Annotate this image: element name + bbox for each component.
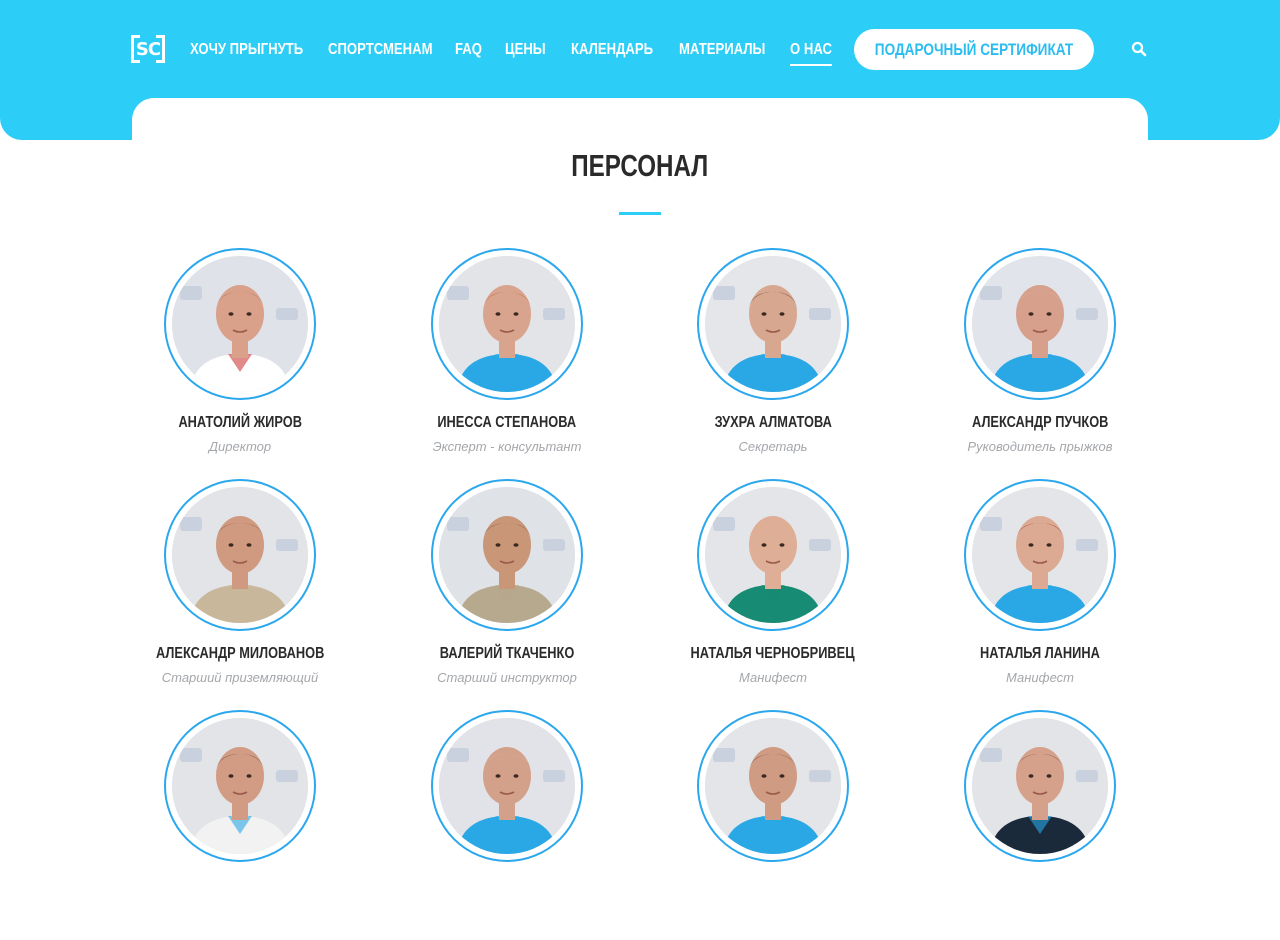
nav-item-calendar[interactable]: КАЛЕНДАРЬ [571,36,653,64]
portrait-image [439,256,575,392]
staff-photo [964,479,1116,631]
staff-role: Манифест [738,670,807,685]
staff-photo [697,248,849,400]
staff-photo-image [972,487,1108,623]
staff-name [920,876,1160,894]
staff-name: ВАЛЕРИЙ ТКАЧЕНКО [439,645,575,662]
staff-card [120,710,360,940]
staff-card [920,710,1160,940]
staff-photo [164,248,316,400]
staff-photo [164,710,316,862]
title-divider [619,212,661,215]
staff-photo [964,248,1116,400]
nav-item-about[interactable]: О НАС [790,36,833,66]
staff-name: НАТАЛЬЯ ЧЕРНОБРИВЕЦ [690,645,856,662]
nav-item-athletes[interactable]: СПОРТСМЕНАМ [328,36,433,64]
staff-card: НАТАЛЬЯ ЛАНИНА Манифест [920,479,1160,709]
gift-certificate-button[interactable]: ПОДАРОЧНЫЙ СЕРТИФИКАТ [854,29,1094,70]
staff-card: АНАТОЛИЙ ЖИРОВ Директор [120,248,360,478]
staff-name: ИНЕССА СТЕПАНОВА [437,414,577,431]
portrait-image [705,487,841,623]
portrait-image [972,487,1108,623]
portrait-image [972,718,1108,854]
staff-card: АЛЕКСАНДР МИЛОВАНОВ Старший приземляющий [120,479,360,709]
page-title: ПЕРСОНАЛ [571,148,709,183]
staff-photo-image [972,718,1108,854]
staff-name: ЗУХРА АЛМАТОВА [714,414,832,431]
staff-photo [697,710,849,862]
staff-role: Директор [208,439,272,454]
site-logo[interactable]: SC [131,35,165,63]
staff-photo-image [172,487,308,623]
staff-photo-image [705,256,841,392]
portrait-image [705,718,841,854]
nav-item-prices[interactable]: ЦЕНЫ [505,36,546,64]
portrait-image [172,718,308,854]
staff-photo-image [439,487,575,623]
portrait-image [439,487,575,623]
nav-item-materials[interactable]: МАТЕРИАЛЫ [679,36,765,64]
staff-name: НАТАЛЬЯ ЛАНИНА [980,645,1100,662]
portrait-image [439,718,575,854]
staff-photo-image [705,718,841,854]
staff-photo-image [705,487,841,623]
staff-card: ИНЕССА СТЕПАНОВА Эксперт - консультант [387,248,627,478]
staff-name [387,876,627,894]
staff-photo [431,710,583,862]
staff-role: Секретарь [738,439,808,454]
staff-photo [697,479,849,631]
staff-role: Манифест [1005,670,1074,685]
portrait-image [172,487,308,623]
staff-card [653,710,893,940]
portrait-image [172,256,308,392]
staff-photo-image [439,718,575,854]
staff-role: Руководитель прыжков [967,439,1113,454]
staff-photo [431,479,583,631]
staff-card: ЗУХРА АЛМАТОВА Секретарь [653,248,893,478]
portrait-image [972,256,1108,392]
staff-photo-image [439,256,575,392]
staff-photo [164,479,316,631]
staff-photo-image [972,256,1108,392]
staff-card: АЛЕКСАНДР ПУЧКОВ Руководитель прыжков [920,248,1160,478]
staff-card: НАТАЛЬЯ ЧЕРНОБРИВЕЦ Манифест [653,479,893,709]
search-icon[interactable] [1131,41,1147,57]
staff-photo [964,710,1116,862]
staff-photo [431,248,583,400]
staff-card [387,710,627,940]
staff-name [653,876,893,894]
nav-item-faq[interactable]: FAQ [455,36,482,64]
gift-certificate-label: ПОДАРОЧНЫЙ СЕРТИФИКАТ [874,39,1074,59]
staff-role: Эксперт - консультант [432,439,582,454]
staff-role: Старший инструктор [437,670,577,685]
nav-item-want-to-jump[interactable]: ХОЧУ ПРЫГНУТЬ [190,36,303,64]
staff-role: Старший приземляющий [161,670,319,685]
staff-name: АЛЕКСАНДР ПУЧКОВ [971,414,1109,431]
staff-photo-image [172,256,308,392]
staff-card: ВАЛЕРИЙ ТКАЧЕНКО Старший инструктор [387,479,627,709]
staff-photo-image [172,718,308,854]
portrait-image [705,256,841,392]
staff-name: АЛЕКСАНДР МИЛОВАНОВ [155,645,325,662]
staff-name: АНАТОЛИЙ ЖИРОВ [178,414,302,431]
staff-name [120,876,360,894]
